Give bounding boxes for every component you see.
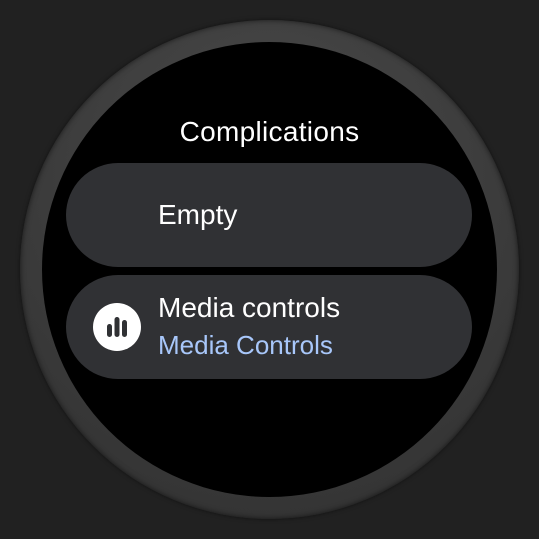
chip-label-empty: Empty (158, 199, 238, 230)
chip-secondary-label: Media Controls (158, 330, 333, 360)
watch-screen: Complications Empty Media controls Media… (42, 42, 497, 497)
screen-title: Complications (179, 116, 360, 147)
audio-bars-icon (93, 303, 141, 351)
watch-emulator: Complications Empty Media controls Media… (0, 0, 539, 539)
complication-chip-media-controls[interactable]: Media controls Media Controls (66, 275, 472, 379)
chip-label-media-controls: Media controls (158, 292, 341, 323)
complication-chip-empty[interactable]: Empty (66, 163, 472, 267)
